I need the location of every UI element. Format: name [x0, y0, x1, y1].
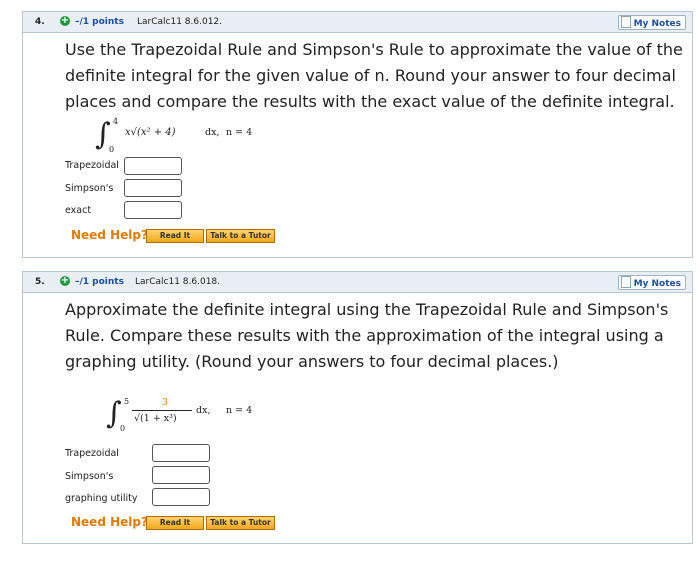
need-help-label: Need Help?	[71, 515, 148, 529]
talk-to-tutor-button[interactable]: Talk to a Tutor	[206, 229, 275, 243]
upper-limit: 5	[124, 397, 130, 406]
n-value: n = 4	[226, 405, 253, 416]
points: –/1 points	[75, 277, 124, 287]
question-number: 5.	[35, 277, 45, 287]
my-notes-label: My Notes	[633, 279, 681, 289]
n-value: n = 4	[226, 127, 253, 138]
upper-limit: 4	[113, 117, 119, 126]
exact-input[interactable]	[124, 201, 182, 219]
integrand: x√(x² + 4)	[125, 127, 176, 138]
question-header: 5. + –/1 points LarCalc11 8.6.018. My No…	[23, 272, 692, 293]
question-header: 4. + –/1 points LarCalc11 8.6.012. My No…	[23, 12, 692, 33]
question-number: 4.	[35, 17, 45, 27]
question-5: 5. + –/1 points LarCalc11 8.6.018. My No…	[22, 271, 693, 544]
fraction-bar	[132, 410, 192, 411]
answer-label: graphing utility	[65, 493, 138, 504]
trapezoidal-input[interactable]	[152, 444, 210, 462]
talk-to-tutor-button[interactable]: Talk to a Tutor	[206, 516, 275, 530]
my-notes-button[interactable]: My Notes	[617, 275, 686, 290]
differential: dx,	[205, 127, 220, 138]
differential: dx,	[196, 405, 211, 416]
question-text: Use the Trapezoidal Rule and Simpson's R…	[65, 40, 683, 111]
answer-label: exact	[65, 205, 92, 216]
simpsons-input[interactable]	[124, 179, 182, 197]
question-source: LarCalc11 8.6.012.	[137, 17, 223, 27]
expand-icon[interactable]: +	[60, 276, 70, 286]
answer-label: Simpson's	[65, 471, 114, 482]
note-icon	[620, 276, 631, 288]
my-notes-button[interactable]: My Notes	[617, 15, 686, 30]
read-it-button[interactable]: Read It	[146, 229, 204, 243]
trapezoidal-input[interactable]	[124, 157, 182, 175]
question-4: 4. + –/1 points LarCalc11 8.6.012. My No…	[22, 11, 693, 258]
lower-limit: 0	[120, 424, 126, 433]
need-help-label: Need Help?	[71, 228, 148, 242]
numerator: 3	[161, 397, 169, 408]
my-notes-label: My Notes	[633, 19, 681, 29]
answer-label: Trapezoidal	[65, 160, 119, 171]
lower-limit: 0	[109, 145, 115, 154]
simpsons-input[interactable]	[152, 466, 210, 484]
question-source: LarCalc11 8.6.018.	[135, 277, 221, 287]
answer-label: Trapezoidal	[65, 448, 119, 459]
integral-expression: ∫ 4 0 x√(x² + 4) dx, n = 4	[95, 117, 295, 157]
answer-label: Simpson's	[65, 183, 114, 194]
integral-expression: ∫ 5 0 3 √(1 + x³) dx, n = 4	[106, 396, 306, 436]
denominator: √(1 + x³)	[134, 413, 177, 424]
note-icon	[620, 16, 631, 28]
question-text: Approximate the definite integral using …	[65, 300, 669, 371]
expand-icon[interactable]: +	[60, 16, 70, 26]
graphing-utility-input[interactable]	[152, 488, 210, 506]
read-it-button[interactable]: Read It	[146, 516, 204, 530]
points: –/1 points	[75, 17, 124, 27]
